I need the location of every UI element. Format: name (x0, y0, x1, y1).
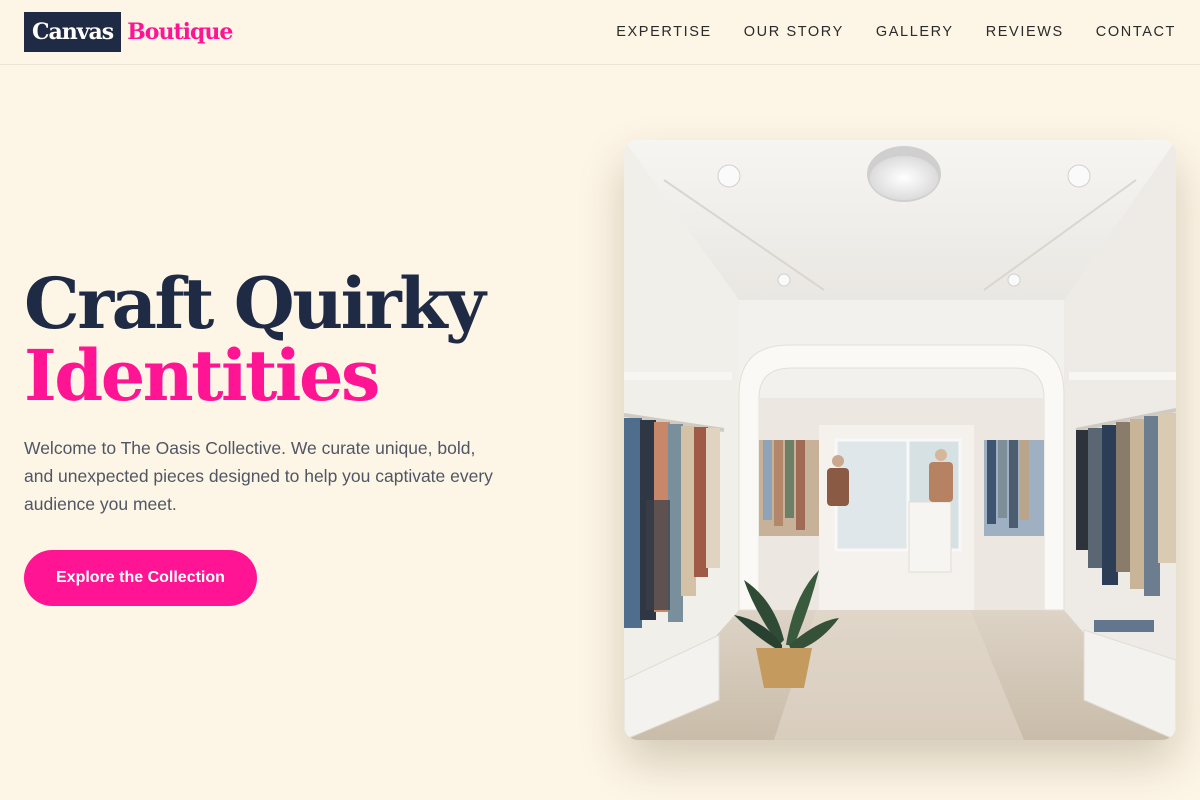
hero-title-line1: Craft Quirky (24, 262, 486, 345)
hero-image (624, 140, 1176, 740)
hero-section: Craft Quirky Identities Welcome to The O… (24, 268, 584, 606)
brand-logo[interactable]: Canvas Boutique (24, 12, 233, 52)
hero-title-line2: Identities (24, 334, 380, 417)
main-nav: EXPERTISE OUR STORY GALLERY REVIEWS CONT… (616, 24, 1176, 40)
nav-link-contact[interactable]: CONTACT (1096, 24, 1176, 40)
nav-link-expertise[interactable]: EXPERTISE (616, 24, 712, 40)
nav-link-our-story[interactable]: OUR STORY (744, 24, 844, 40)
boutique-interior-illustration (624, 140, 1176, 740)
logo-wordmark: Canvas (24, 12, 122, 52)
hero-description: Welcome to The Oasis Collective. We cura… (24, 438, 493, 514)
site-header: Canvas Boutique EXPERTISE OUR STORY GALL… (0, 0, 1200, 65)
nav-link-reviews[interactable]: REVIEWS (986, 24, 1064, 40)
explore-collection-button[interactable]: Explore the Collection (24, 550, 257, 606)
hero-title: Craft Quirky Identities (24, 268, 584, 412)
nav-link-gallery[interactable]: GALLERY (876, 24, 954, 40)
logo-accent-text: Boutique (127, 19, 233, 45)
